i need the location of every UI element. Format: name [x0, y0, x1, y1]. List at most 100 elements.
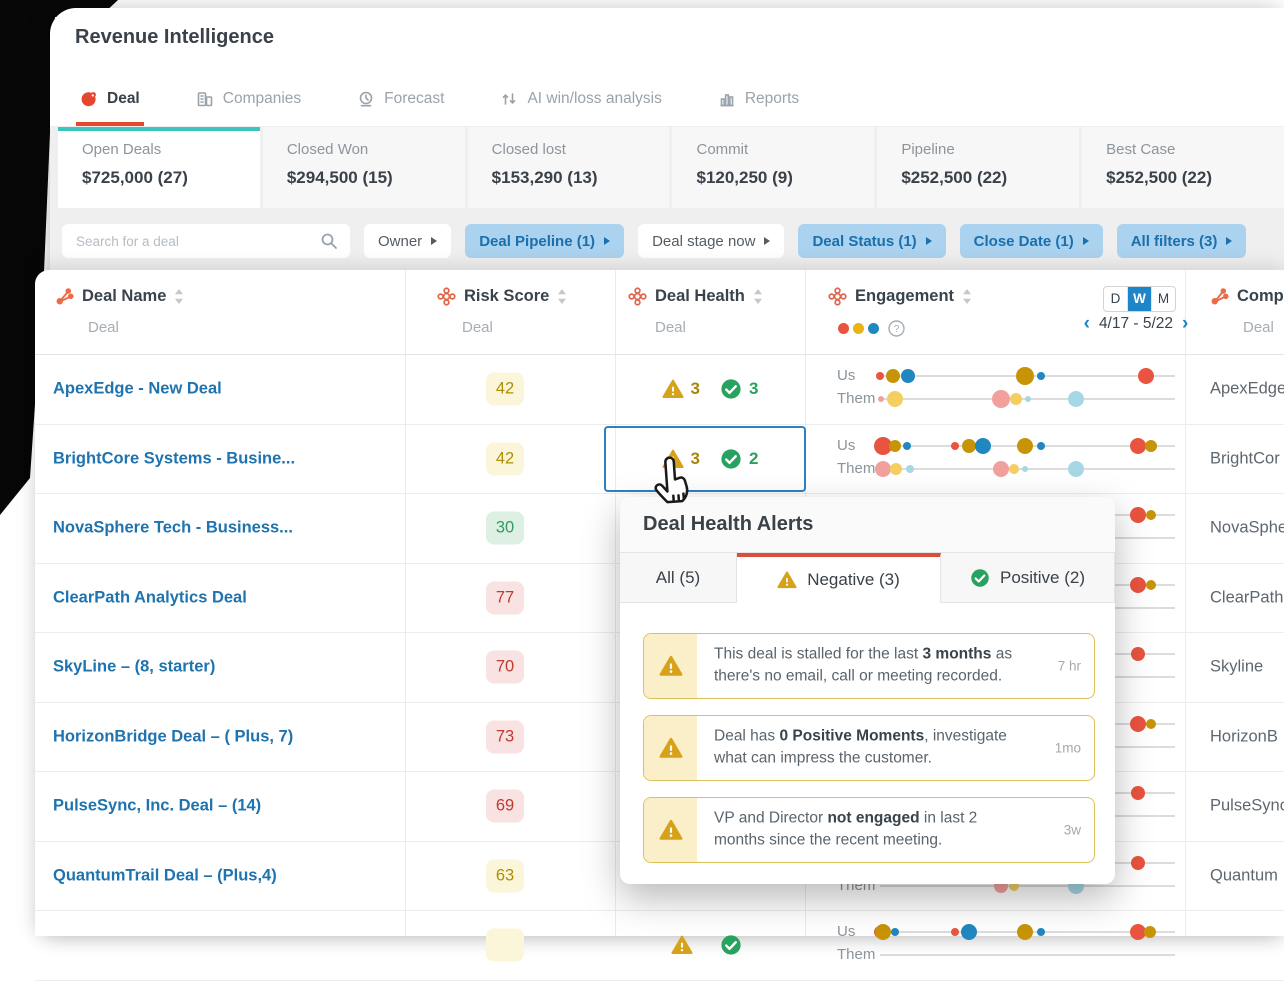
- deal-name-link[interactable]: BrightCore Systems - Busine...: [53, 449, 295, 468]
- engagement-dot: [1146, 719, 1156, 729]
- column-title: Engagement: [855, 287, 954, 306]
- summary-card-closed-lost[interactable]: Closed lost$153,290 (13): [468, 127, 670, 208]
- warning-icon: [659, 818, 683, 842]
- engagement-dot: [906, 465, 914, 473]
- risk-score-badge[interactable]: [486, 929, 524, 962]
- sort-icon[interactable]: [962, 288, 972, 305]
- risk-score-badge[interactable]: 63: [486, 859, 524, 892]
- sort-icon[interactable]: [557, 288, 567, 305]
- engagement-dot: [1025, 396, 1031, 402]
- deal-name-link[interactable]: PulseSync, Inc. Deal – (14): [53, 797, 261, 816]
- engagement-cell[interactable]: UsThem: [815, 355, 1195, 424]
- warning-icon: [659, 736, 683, 760]
- deal-health-cell[interactable]: [615, 911, 805, 980]
- engagement-dot: [875, 461, 891, 477]
- risk-score-badge[interactable]: 69: [486, 790, 524, 823]
- alert-card[interactable]: This deal is stalled for the last 3 mont…: [643, 633, 1095, 699]
- search-box[interactable]: [62, 224, 350, 258]
- table-row: UsThem: [35, 911, 1284, 981]
- summary-card-closed-won[interactable]: Closed Won $294,500 (15): [263, 127, 465, 208]
- filter-chip-close-date-1-[interactable]: Close Date (1): [960, 224, 1103, 258]
- popup-tab-all-5-[interactable]: All (5): [620, 553, 737, 603]
- nav-tab-deal[interactable]: Deal: [76, 76, 144, 126]
- popup-tab-label: Positive (2): [1000, 568, 1085, 588]
- popup-tab-negative-3-[interactable]: Negative (3): [737, 553, 941, 603]
- nav-tab-reports[interactable]: Reports: [714, 76, 803, 126]
- deal-name-link[interactable]: NovaSphere Tech - Business...: [53, 519, 293, 538]
- warning-icon: [659, 654, 683, 678]
- summary-cards: Open Deals$725,000 (27) Closed Won $294,50…: [58, 127, 1284, 208]
- deal-health-cell[interactable]: 33: [615, 355, 805, 424]
- filter-chip-owner[interactable]: Owner: [364, 224, 451, 258]
- chevron-right-icon: [1083, 237, 1089, 245]
- engagement-dot: [1037, 442, 1045, 450]
- engagement-label-them: Them: [837, 390, 875, 407]
- engagement-cell[interactable]: UsThem: [815, 911, 1195, 980]
- nav-tab-forecast[interactable]: Forecast: [353, 76, 448, 126]
- table-header: Deal Name Deal Risk Score Deal Deal Heal…: [35, 270, 1284, 355]
- engagement-dot: [1037, 372, 1045, 380]
- company-name: Skyline: [1210, 658, 1263, 677]
- popup-tab-positive-2-[interactable]: Positive (2): [941, 553, 1115, 603]
- risk-score-badge[interactable]: 70: [486, 651, 524, 684]
- engagement-legend: ?: [838, 320, 905, 337]
- nav-tab-ai-win-loss-analysis[interactable]: AI win/loss analysis: [496, 76, 665, 126]
- filter-chip-all-filters-3-[interactable]: All filters (3): [1117, 224, 1247, 258]
- chevron-right-icon: [926, 237, 932, 245]
- deal-board-icon: [437, 287, 456, 306]
- summary-card-value: $120,250 (9): [696, 168, 874, 188]
- chevron-right-icon: [764, 237, 770, 245]
- engagement-dot: [1138, 368, 1154, 384]
- summary-card-label: Closed Won: [287, 141, 465, 158]
- summary-card-value: $252,500 (22): [901, 168, 1079, 188]
- column-header-deal-name[interactable]: Deal Name: [55, 287, 184, 306]
- search-icon: [320, 232, 338, 250]
- chevron-right-icon: [431, 237, 437, 245]
- sort-icon[interactable]: [174, 288, 184, 305]
- deal-name-link[interactable]: QuantumTrail Deal – (Plus,4): [53, 866, 277, 885]
- engagement-dot: [962, 439, 976, 453]
- help-icon[interactable]: ?: [888, 320, 905, 337]
- period-option-w[interactable]: W: [1127, 287, 1151, 311]
- risk-score-badge[interactable]: 77: [486, 581, 524, 614]
- column-header-deal-health[interactable]: Deal Health: [628, 287, 763, 306]
- engagement-label-them: Them: [837, 460, 875, 477]
- period-option-d[interactable]: D: [1104, 287, 1127, 311]
- column-header-company[interactable]: Comp: [1210, 287, 1284, 306]
- company-name: Quantum: [1210, 866, 1278, 885]
- deal-name-link[interactable]: ApexEdge - New Deal: [53, 380, 222, 399]
- alert-card[interactable]: VP and Director not engaged in last 2 mo…: [643, 797, 1095, 863]
- period-option-m[interactable]: M: [1151, 287, 1175, 311]
- search-input[interactable]: [74, 233, 320, 250]
- alert-card[interactable]: Deal has 0 Positive Moments, investigate…: [643, 715, 1095, 781]
- filter-chip-deal-status-1-[interactable]: Deal Status (1): [798, 224, 945, 258]
- filter-chips: Owner Deal Pipeline (1) Deal stage now Deal…: [364, 224, 1246, 258]
- column-header-engagement[interactable]: Engagement: [828, 287, 972, 306]
- risk-score-badge[interactable]: 30: [486, 512, 524, 545]
- deal-name-link[interactable]: SkyLine – (8, starter): [53, 658, 215, 677]
- nav-tab-label: Deal: [107, 90, 140, 108]
- health-negative-group: [671, 934, 700, 956]
- risk-score-badge[interactable]: 73: [486, 720, 524, 753]
- nav-tab-companies[interactable]: Companies: [192, 76, 305, 126]
- engagement-dot: [1131, 786, 1145, 800]
- column-header-risk-score[interactable]: Risk Score: [437, 287, 567, 306]
- risk-score-badge[interactable]: 42: [486, 442, 524, 475]
- deal-name-link[interactable]: ClearPath Analytics Deal: [53, 588, 247, 607]
- engagement-dot: [951, 928, 959, 936]
- filter-chip-deal-pipeline-1-[interactable]: Deal Pipeline (1): [465, 224, 624, 258]
- engagement-cell[interactable]: UsThem: [815, 425, 1195, 494]
- risk-score-badge[interactable]: 42: [486, 373, 524, 406]
- deal-name-link[interactable]: HorizonBridge Deal – ( Plus, 7): [53, 727, 293, 746]
- next-period-chevron[interactable]: ›: [1182, 314, 1188, 333]
- prev-period-chevron[interactable]: ‹: [1084, 314, 1090, 333]
- summary-card-open-deals[interactable]: Open Deals$725,000 (27): [58, 127, 260, 208]
- sort-icon[interactable]: [753, 288, 763, 305]
- summary-card-value: $294,500 (15): [287, 168, 465, 188]
- summary-card-pipeline[interactable]: Pipeline$252,500 (22): [877, 127, 1079, 208]
- filter-chip-deal-stage-now[interactable]: Deal stage now: [638, 224, 784, 258]
- engagement-dot: [1016, 367, 1034, 385]
- column-title: Risk Score: [464, 287, 549, 306]
- summary-card-commit[interactable]: Commit$120,250 (9): [672, 127, 874, 208]
- summary-card-best-case[interactable]: Best Case$252,500 (22): [1082, 127, 1284, 208]
